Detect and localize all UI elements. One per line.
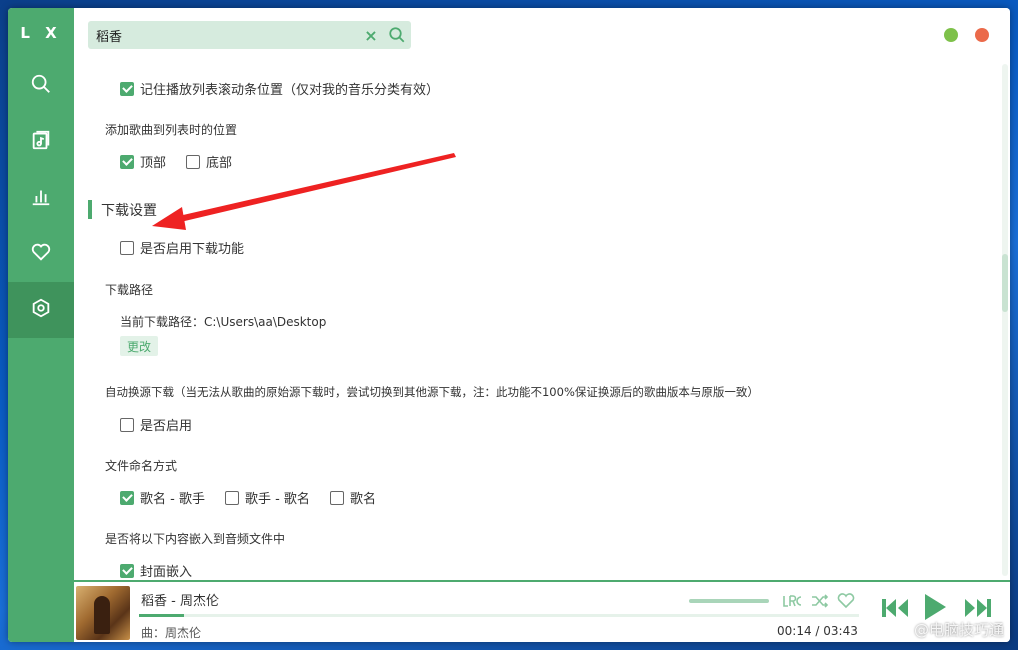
add-position-bottom-option[interactable]: 底部 bbox=[186, 152, 232, 171]
auto-switch-label: 自动换源下载（当无法从歌曲的原始源下载时，尝试切换到其他源下载，注：此功能不10… bbox=[105, 385, 759, 399]
naming-singer-song-label: 歌手 - 歌名 bbox=[244, 492, 310, 507]
watermark: @电脑技巧通 bbox=[913, 621, 1004, 639]
add-position-label: 添加歌曲到列表时的位置 bbox=[105, 123, 238, 137]
enable-download-label: 是否启用下载功能 bbox=[140, 242, 245, 257]
naming-song-option[interactable]: 歌名 bbox=[329, 488, 376, 507]
volume-bar[interactable] bbox=[689, 599, 769, 603]
settings-scrollbar[interactable] bbox=[1002, 64, 1008, 576]
song-list-icon bbox=[30, 129, 52, 155]
player-singer: 曲：周杰伦 bbox=[141, 626, 202, 640]
enable-download-checkbox[interactable] bbox=[120, 240, 134, 255]
download-section-title-text: 下载设置 bbox=[101, 202, 157, 219]
add-position-top-label: 顶部 bbox=[140, 156, 167, 171]
search-input[interactable] bbox=[88, 21, 359, 49]
add-position-bottom-checkbox[interactable] bbox=[186, 154, 201, 169]
search-icon[interactable] bbox=[383, 21, 411, 49]
player-bar: 稻香 - 周杰伦 曲：周杰伦 00:14 / 03:43 bbox=[74, 580, 1010, 642]
sidebar-item-search[interactable] bbox=[8, 58, 74, 114]
change-path-button[interactable]: 更改 bbox=[120, 336, 158, 356]
player-time: 00:14 / 03:43 bbox=[777, 624, 858, 638]
sidebar-item-leaderboard[interactable] bbox=[8, 170, 74, 226]
add-position-top-option[interactable]: 顶部 bbox=[120, 152, 166, 171]
top-bar: × bbox=[74, 8, 1010, 60]
lyrics-icon[interactable] bbox=[782, 591, 802, 611]
file-naming-options: 歌名 - 歌手 歌手 - 歌名 歌名 bbox=[120, 488, 396, 507]
embed-cover-checkbox[interactable] bbox=[120, 563, 134, 578]
naming-song-singer-label: 歌名 - 歌手 bbox=[140, 492, 205, 507]
auto-switch-checkbox[interactable] bbox=[120, 417, 134, 432]
download-section-title: 下载设置 bbox=[88, 200, 157, 219]
clear-icon[interactable]: × bbox=[359, 21, 383, 49]
search-icon bbox=[30, 73, 52, 99]
auto-switch-enable-label: 是否启用 bbox=[140, 419, 193, 434]
sidebar-item-song-list[interactable] bbox=[8, 114, 74, 170]
progress-fill bbox=[139, 614, 185, 617]
naming-song-label: 歌名 bbox=[349, 492, 376, 507]
app-window: L X × bbox=[8, 8, 1010, 642]
embed-label: 是否将以下内容嵌入到音频文件中 bbox=[105, 532, 286, 546]
add-position-top-checkbox[interactable] bbox=[120, 154, 134, 169]
add-position-bottom-label: 底部 bbox=[206, 156, 233, 171]
sidebar: L X bbox=[8, 8, 74, 642]
scrollbar-thumb[interactable] bbox=[1002, 254, 1008, 312]
search-box: × bbox=[88, 21, 411, 49]
current-download-path: 当前下载路径：C:\Users\aa\Desktop bbox=[120, 315, 327, 329]
enable-download-option[interactable]: 是否启用下载功能 bbox=[120, 238, 244, 257]
file-naming-label: 文件命名方式 bbox=[105, 459, 178, 473]
settings-icon bbox=[30, 297, 52, 323]
album-cover[interactable] bbox=[76, 586, 130, 640]
section-marker bbox=[88, 200, 92, 219]
remember-scroll-option[interactable]: 记住播放列表滚动条位置（仅对我的音乐分类有效） bbox=[120, 79, 439, 98]
remember-scroll-checkbox[interactable] bbox=[120, 81, 134, 96]
remember-scroll-label: 记住播放列表滚动条位置（仅对我的音乐分类有效） bbox=[140, 83, 440, 98]
previous-icon bbox=[880, 596, 910, 624]
previous-button[interactable] bbox=[880, 596, 910, 624]
minimize-button[interactable] bbox=[944, 28, 958, 42]
naming-song-checkbox[interactable] bbox=[329, 490, 344, 505]
naming-song-singer-option[interactable]: 歌名 - 歌手 bbox=[120, 488, 205, 507]
close-button[interactable] bbox=[975, 28, 989, 42]
shuffle-icon[interactable] bbox=[810, 591, 830, 611]
player-song-title: 稻香 - 周杰伦 bbox=[141, 594, 219, 609]
naming-song-singer-checkbox[interactable] bbox=[120, 490, 134, 505]
embed-cover-label: 封面嵌入 bbox=[140, 565, 193, 580]
embed-cover-option[interactable]: 封面嵌入 bbox=[120, 561, 192, 580]
add-position-options: 顶部 底部 bbox=[120, 152, 252, 171]
download-path-label: 下载路径 bbox=[105, 283, 154, 297]
sidebar-item-favorites[interactable] bbox=[8, 226, 74, 282]
cover-figure bbox=[94, 596, 110, 634]
auto-switch-option[interactable]: 是否启用 bbox=[120, 415, 192, 434]
sidebar-item-settings[interactable] bbox=[8, 282, 74, 338]
settings-panel: 记住播放列表滚动条位置（仅对我的音乐分类有效） 添加歌曲到列表时的位置 顶部 底… bbox=[74, 60, 1010, 580]
progress-bar[interactable] bbox=[139, 614, 859, 617]
app-logo: L X bbox=[20, 24, 62, 42]
naming-singer-song-checkbox[interactable] bbox=[224, 490, 239, 505]
naming-singer-song-option[interactable]: 歌手 - 歌名 bbox=[224, 488, 310, 507]
heart-icon bbox=[30, 241, 52, 267]
leaderboard-icon bbox=[30, 185, 52, 211]
favorite-icon[interactable] bbox=[836, 591, 856, 611]
